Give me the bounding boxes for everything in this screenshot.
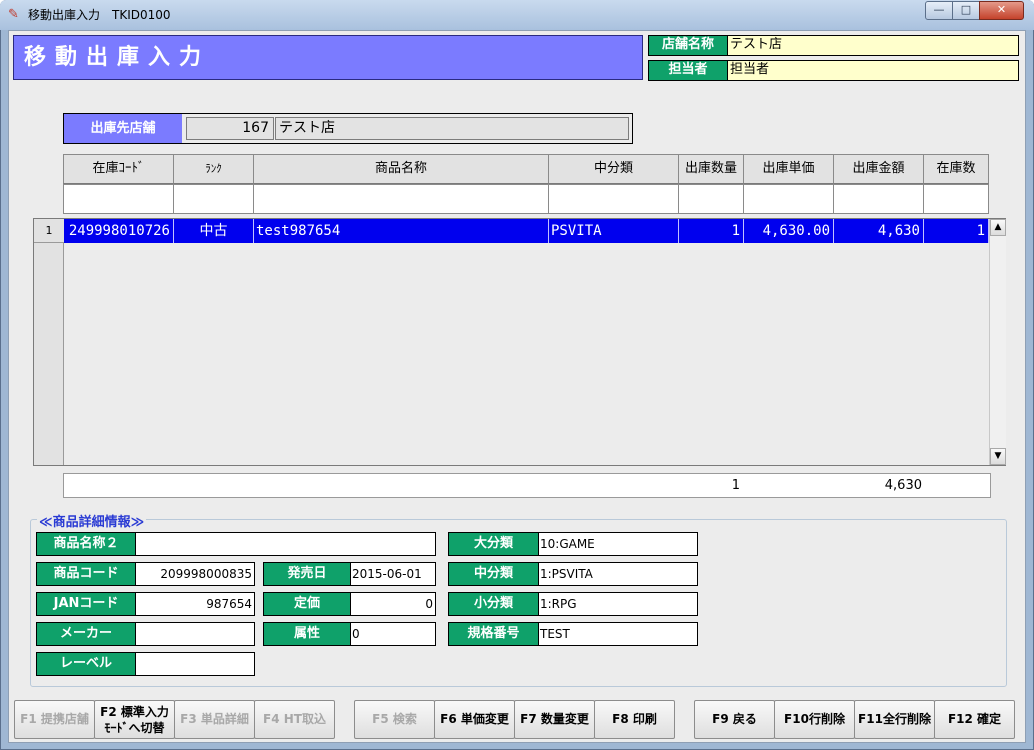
release-date-value: 2015-06-01	[350, 562, 436, 586]
f10-delete-row-button[interactable]: F10行削除	[774, 700, 855, 739]
f5-search-button[interactable]: F5 検索	[354, 700, 435, 739]
f6-change-price-button[interactable]: F6 単価変更	[434, 700, 515, 739]
row-number[interactable]: 1	[34, 219, 64, 243]
major-category-value: 10:GAME	[538, 532, 698, 556]
cell-product-name[interactable]: test987654	[254, 219, 549, 243]
destination-store-label: 出庫先店舗	[64, 114, 182, 143]
column-header-stock[interactable]: 在庫数	[923, 154, 989, 184]
app-icon: ✎	[8, 7, 19, 22]
staff-label: 担当者	[648, 60, 728, 81]
product-name2-label: 商品名称２	[36, 532, 136, 556]
column-header-amount[interactable]: 出庫金額	[833, 154, 924, 184]
input-stock-code[interactable]	[63, 184, 174, 214]
cell-qty[interactable]: 1	[679, 219, 744, 243]
input-unit-price[interactable]	[743, 184, 834, 214]
f12-confirm-button[interactable]: F12 確定	[934, 700, 1015, 739]
maximize-button[interactable]: □	[952, 1, 980, 20]
store-name-value: テスト店	[727, 35, 1019, 56]
cell-stock-code[interactable]: 249998010726	[64, 219, 174, 243]
maker-label: メーカー	[36, 622, 136, 646]
middle-category-label: 中分類	[448, 562, 539, 586]
item-grid	[33, 218, 1006, 466]
cell-unit-price[interactable]: 4,630.00	[744, 219, 834, 243]
major-category-label: 大分類	[448, 532, 539, 556]
column-header-rank[interactable]: ﾗﾝｸ	[173, 154, 254, 184]
jan-code-label: JANコード	[36, 592, 136, 616]
list-price-label: 定価	[263, 592, 351, 616]
scroll-down-arrow-icon[interactable]: ▼	[990, 448, 1006, 465]
window-title: 移動出庫入力 TKID0100	[28, 8, 171, 22]
input-product-name[interactable]	[253, 184, 549, 214]
maker-value	[135, 622, 255, 646]
store-name-label: 店舗名称	[648, 35, 728, 56]
f7-change-qty-button[interactable]: F7 数量変更	[514, 700, 595, 739]
attribute-label: 属性	[263, 622, 351, 646]
jan-code-value: 987654	[135, 592, 255, 616]
minimize-button[interactable]: —	[925, 1, 953, 20]
spec-number-value: TEST	[538, 622, 698, 646]
column-header-category[interactable]: 中分類	[548, 154, 679, 184]
input-qty[interactable]	[678, 184, 744, 214]
product-code-value: 209998000835	[135, 562, 255, 586]
f9-back-button[interactable]: F9 戻る	[694, 700, 775, 739]
f2-standard-mode-button[interactable]: F2 標準入力 ﾓｰﾄﾞへ切替	[94, 700, 175, 739]
row-header-column	[34, 219, 64, 465]
f11-delete-all-button[interactable]: F11全行削除	[854, 700, 935, 739]
page-title: 移動出庫入力	[13, 35, 643, 80]
record-label-label: レーベル	[36, 652, 136, 676]
staff-value: 担当者	[727, 60, 1019, 81]
cell-category[interactable]: PSVITA	[549, 219, 679, 243]
input-rank[interactable]	[173, 184, 254, 214]
f1-partner-store-button[interactable]: F1 提携店舗	[14, 700, 95, 739]
minor-category-value: 1:RPG	[538, 592, 698, 616]
total-qty: 1	[731, 478, 740, 493]
spec-number-label: 規格番号	[448, 622, 539, 646]
middle-category-value: 1:PSVITA	[538, 562, 698, 586]
destination-store-code-field[interactable]: 167	[186, 117, 274, 140]
vertical-scrollbar[interactable]	[989, 219, 1006, 465]
product-detail-title: ≪商品詳細情報≫	[37, 511, 147, 530]
f3-item-detail-button[interactable]: F3 単品詳細	[174, 700, 255, 739]
total-amount: 4,630	[884, 478, 922, 493]
cell-amount[interactable]: 4,630	[834, 219, 924, 243]
destination-store-name-field: テスト店	[275, 117, 629, 140]
f4-ht-import-button[interactable]: F4 HT取込	[254, 700, 335, 739]
input-stock[interactable]	[923, 184, 989, 214]
attribute-value: 0	[350, 622, 436, 646]
minor-category-label: 小分類	[448, 592, 539, 616]
f2-line1: F2 標準入力	[100, 705, 169, 719]
column-header-stock-code[interactable]: 在庫ｺｰﾄﾞ	[63, 154, 174, 184]
product-code-label: 商品コード	[36, 562, 136, 586]
cell-stock[interactable]: 1	[924, 219, 989, 243]
input-amount[interactable]	[833, 184, 924, 214]
product-name2-value	[135, 532, 436, 556]
column-header-product-name[interactable]: 商品名称	[253, 154, 549, 184]
column-header-qty[interactable]: 出庫数量	[678, 154, 744, 184]
list-price-value: 0	[350, 592, 436, 616]
input-category[interactable]	[548, 184, 679, 214]
close-button[interactable]: ✕	[979, 1, 1024, 20]
cell-rank[interactable]: 中古	[174, 219, 254, 243]
release-date-label: 発売日	[263, 562, 351, 586]
column-header-unit-price[interactable]: 出庫単価	[743, 154, 834, 184]
f8-print-button[interactable]: F8 印刷	[594, 700, 675, 739]
f2-line2: ﾓｰﾄﾞへ切替	[104, 721, 165, 735]
record-label-value	[135, 652, 255, 676]
scroll-up-arrow-icon[interactable]: ▲	[990, 219, 1006, 236]
